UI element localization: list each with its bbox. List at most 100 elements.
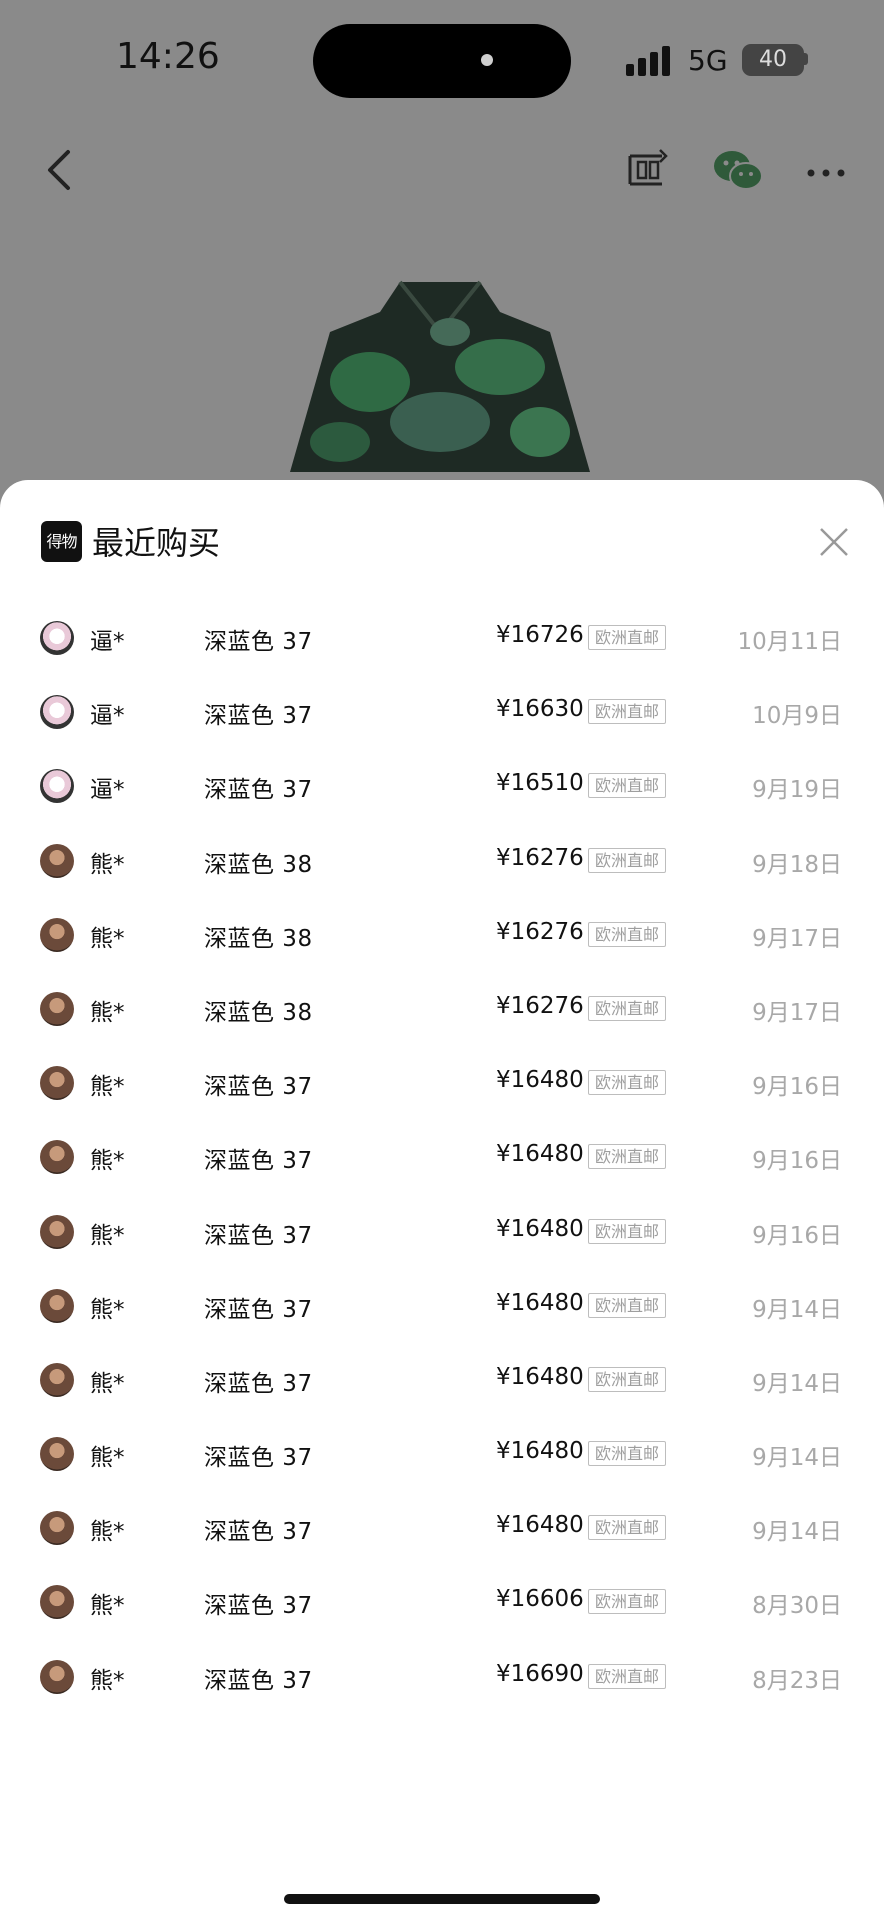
avatar (40, 991, 74, 1026)
purchase-row: 逼* 深蓝色 37 ¥16630 欧洲直邮 10月9日 (0, 676, 884, 750)
buyer-name: 熊* (90, 1296, 125, 1323)
shipping-badge: 欧洲直邮 (588, 773, 667, 799)
buyer-name: 熊* (90, 1222, 125, 1249)
avatar (40, 1140, 74, 1175)
purchase-row: 熊* 深蓝色 37 ¥16480 欧洲直邮 9月14日 (0, 1344, 884, 1418)
buyer-name: 逼* (90, 629, 125, 655)
purchase-row: 熊* 深蓝色 37 ¥16480 欧洲直邮 9月16日 (0, 1196, 884, 1270)
purchase-date: 8月23日 (752, 1667, 842, 1694)
variant-label: 深蓝色 37 (204, 1148, 313, 1175)
variant-label: 深蓝色 38 (204, 925, 313, 952)
variant-label: 深蓝色 37 (204, 1296, 313, 1323)
price-label: ¥16510 (496, 770, 584, 797)
price-label: ¥16726 (496, 622, 584, 648)
signal-icon (626, 46, 670, 76)
buyer-name: 熊* (90, 1074, 125, 1101)
sheet-title: 最近购买 (92, 524, 221, 562)
back-arrow-icon[interactable] (42, 146, 78, 194)
purchase-row: 熊* 深蓝色 37 ¥16480 欧洲直邮 9月14日 (0, 1492, 884, 1566)
purchase-row: 熊* 深蓝色 37 ¥16480 欧洲直邮 9月14日 (0, 1418, 884, 1492)
buyer-name: 熊* (90, 1593, 125, 1620)
buyer-name: 熊* (90, 1148, 125, 1175)
sheet-header: 得物 最近购买 (0, 480, 884, 580)
variant-label: 深蓝色 37 (204, 1667, 313, 1694)
buyer-name: 熊* (90, 999, 125, 1026)
price-label: ¥16480 (496, 1215, 584, 1242)
battery-icon: 40 (742, 44, 804, 76)
sell-icon[interactable] (624, 146, 668, 194)
purchase-date: 10月11日 (737, 629, 842, 655)
price-label: ¥16276 (496, 992, 584, 1019)
more-icon[interactable] (806, 168, 846, 178)
purchase-row: 熊* 深蓝色 37 ¥16480 欧洲直邮 9月16日 (0, 1121, 884, 1195)
shipping-badge: 欧洲直邮 (588, 1441, 667, 1467)
purchase-list: 逼* 深蓝色 37 ¥16726 欧洲直邮 10月11日 逼* 深蓝色 37 ¥16630 欧洲… (0, 602, 884, 1715)
variant-label: 深蓝色 37 (204, 1222, 313, 1249)
shipping-badge: 欧洲直邮 (588, 1515, 667, 1541)
price-label: ¥16276 (496, 844, 584, 871)
shipping-badge: 欧洲直邮 (588, 921, 667, 947)
variant-label: 深蓝色 37 (204, 1519, 313, 1546)
price-label: ¥16480 (496, 1067, 584, 1094)
purchase-date: 9月16日 (752, 1074, 842, 1101)
price-label: ¥16480 (496, 1141, 584, 1168)
shipping-badge: 欧洲直邮 (588, 995, 667, 1021)
avatar (40, 1659, 74, 1694)
shipping-badge: 欧洲直邮 (588, 1144, 667, 1170)
buyer-name: 熊* (90, 851, 125, 878)
avatar (40, 621, 74, 655)
price-label: ¥16480 (496, 1512, 584, 1539)
purchase-row: 熊* 深蓝色 37 ¥16480 欧洲直邮 9月14日 (0, 1270, 884, 1344)
camera-dot (481, 54, 493, 66)
avatar (40, 1585, 74, 1620)
top-nav (0, 130, 884, 210)
purchase-date: 9月18日 (752, 851, 842, 878)
avatar (40, 1437, 74, 1472)
buyer-name: 逼* (90, 703, 125, 730)
variant-label: 深蓝色 37 (204, 1074, 313, 1101)
price-label: ¥16690 (496, 1660, 584, 1687)
purchase-row: 熊* 深蓝色 38 ¥16276 欧洲直邮 9月17日 (0, 899, 884, 973)
variant-label: 深蓝色 38 (204, 999, 313, 1026)
purchase-date: 9月16日 (752, 1222, 842, 1249)
purchase-row: 熊* 深蓝色 37 ¥16690 欧洲直邮 8月23日 (0, 1641, 884, 1715)
shipping-badge: 欧洲直邮 (588, 1070, 667, 1096)
variant-label: 深蓝色 37 (204, 703, 313, 730)
shipping-badge: 欧洲直邮 (588, 699, 667, 725)
dynamic-island (313, 24, 571, 98)
purchase-row: 熊* 深蓝色 37 ¥16606 欧洲直邮 8月30日 (0, 1566, 884, 1640)
variant-label: 深蓝色 37 (204, 1593, 313, 1620)
shipping-badge: 欧洲直邮 (588, 1218, 667, 1244)
shipping-badge: 欧洲直邮 (588, 1292, 667, 1318)
close-icon[interactable] (818, 526, 850, 558)
recent-purchases-sheet: 得物 最近购买 逼* 深蓝色 37 ¥16726 欧洲直邮 10月11日 逼* 深蓝色 37… (0, 480, 884, 1920)
avatar (40, 1511, 74, 1546)
shipping-badge: 欧洲直邮 (588, 1589, 667, 1615)
purchase-row: 熊* 深蓝色 38 ¥16276 欧洲直邮 9月17日 (0, 973, 884, 1047)
avatar (40, 917, 74, 952)
purchase-date: 9月14日 (752, 1370, 842, 1397)
buyer-name: 熊* (90, 1519, 125, 1546)
wechat-icon[interactable] (712, 148, 764, 194)
price-label: ¥16630 (496, 696, 584, 723)
purchase-date: 10月9日 (752, 703, 842, 730)
price-label: ¥16480 (496, 1289, 584, 1316)
home-indicator[interactable] (284, 1894, 600, 1904)
variant-label: 深蓝色 37 (204, 629, 313, 655)
dewu-logo-icon: 得物 (41, 521, 82, 562)
price-label: ¥16480 (496, 1363, 584, 1390)
purchase-date: 9月17日 (752, 925, 842, 952)
purchase-row: 熊* 深蓝色 38 ¥16276 欧洲直邮 9月18日 (0, 825, 884, 899)
purchase-date: 9月14日 (752, 1519, 842, 1546)
shipping-badge: 欧洲直邮 (588, 1663, 667, 1689)
shipping-badge: 欧洲直邮 (588, 847, 667, 873)
shipping-badge: 欧洲直邮 (588, 1366, 667, 1392)
avatar (40, 1066, 74, 1101)
purchase-row: 逼* 深蓝色 37 ¥16510 欧洲直邮 9月19日 (0, 750, 884, 824)
purchase-date: 9月17日 (752, 999, 842, 1026)
purchase-date: 9月14日 (752, 1296, 842, 1323)
avatar (40, 1214, 74, 1249)
avatar (40, 769, 74, 804)
price-label: ¥16606 (496, 1586, 584, 1613)
purchase-date: 9月19日 (752, 777, 842, 804)
